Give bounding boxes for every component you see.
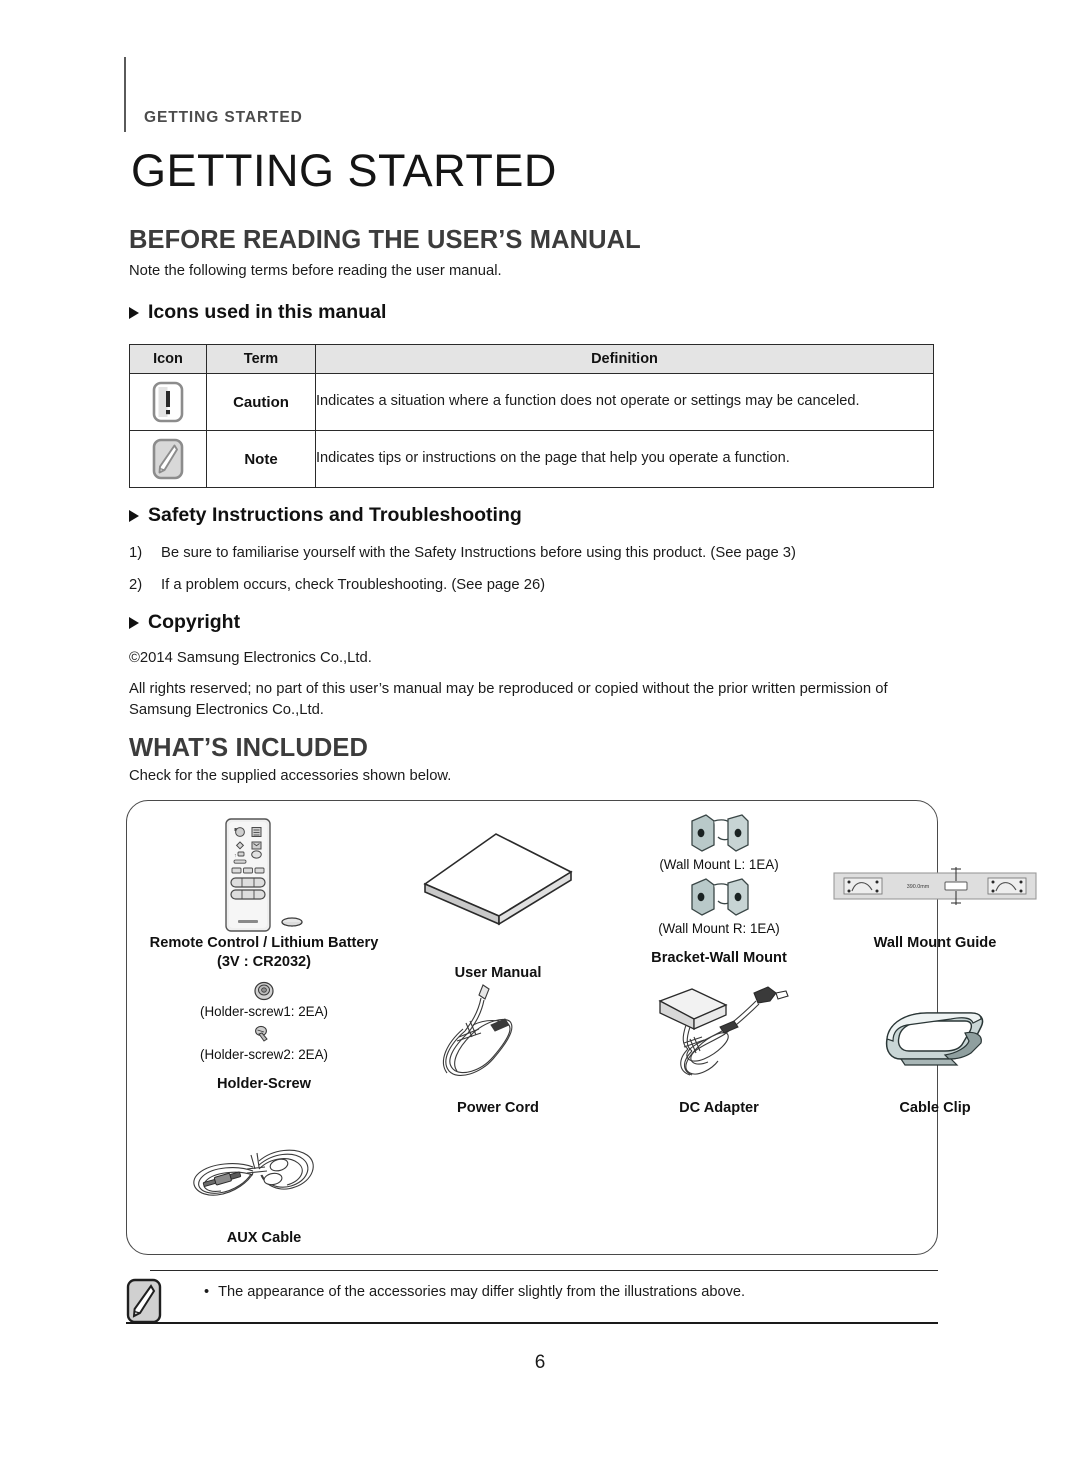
accessory-caption: Bracket-Wall Mount — [651, 949, 787, 966]
triangle-bullet-icon — [129, 306, 139, 319]
callout-top-rule — [150, 1270, 938, 1272]
note-icon — [152, 438, 184, 480]
list-item-number: 2) — [129, 576, 143, 593]
accessory-sublabel: (Wall Mount R: 1EA) — [658, 921, 780, 937]
holder-screw1-icon — [144, 979, 384, 1003]
subheading-copyright-label: Copyright — [148, 611, 241, 633]
triangle-bullet-icon — [129, 509, 139, 522]
subheading-icons-used-label: Icons used in this manual — [148, 301, 387, 323]
section-heading-before-reading: BEFORE READING THE USER’S MANUAL — [129, 226, 641, 254]
accessory-sublabel: (Holder-screw2: 2EA) — [200, 1047, 328, 1063]
accessory-caption: Cable Clip — [899, 1100, 971, 1116]
cell-definition-caution: Indicates a situation where a function d… — [315, 373, 934, 431]
accessory-power-cord: Power Cord — [393, 979, 603, 1118]
svg-text:↑: ↑ — [234, 853, 237, 859]
cell-icon-note — [129, 430, 207, 488]
accessory-caption: Power Cord — [457, 1100, 539, 1116]
cell-definition-note: Indicates tips or instructions on the pa… — [315, 430, 934, 488]
bullet-icon: • — [204, 1284, 210, 1300]
accessory-sublabel: (Wall Mount L: 1EA) — [659, 857, 779, 872]
whats-included-intro: Check for the supplied accessories shown… — [129, 768, 452, 784]
list-item-text: If a problem occurs, check Troubleshooti… — [161, 576, 546, 593]
callout-text-row: • The appearance of the accessories may d… — [204, 1284, 745, 1300]
table-header-row: Icon Term Definition — [129, 344, 934, 374]
page-number: 6 — [534, 1352, 546, 1373]
cell-icon-caution — [129, 373, 207, 431]
before-reading-intro: Note the following terms before reading … — [129, 263, 502, 279]
running-header-label: GETTING STARTED — [144, 109, 303, 126]
list-item-number: 1) — [129, 545, 143, 561]
list-item-text: Be sure to familiarise yourself with the… — [161, 545, 796, 561]
icons-table: Icon Term Definition Caution Indicates a… — [129, 344, 934, 488]
accessory-caption: DC Adapter — [679, 1100, 759, 1116]
cell-term-note: Note — [206, 430, 316, 488]
section-heading-whats-included: WHAT’S INCLUDED — [129, 734, 369, 762]
accessory-bracket-wall-mount: (Wall Mount L: 1EA) (Wall Mount R: 1EA) … — [611, 811, 827, 968]
power-cord-icon — [393, 979, 603, 1083]
running-header: GETTING STARTED — [124, 57, 824, 132]
subheading-icons-used: Icons used in this manual — [129, 301, 387, 323]
accessory-cable-clip: Cable Clip — [827, 979, 1043, 1118]
accessory-caption: Remote Control / Lithium Battery (3V : C… — [149, 935, 379, 970]
wall-mount-guide-icon: 390.0mm — [827, 863, 1043, 909]
accessory-dc-adapter: DC Adapter — [611, 979, 827, 1118]
accessory-user-manual: User Manual — [393, 816, 603, 983]
page-title: GETTING STARTED — [131, 145, 557, 196]
copyright-line-1: ©2014 Samsung Electronics Co.,Ltd. — [129, 650, 372, 666]
subheading-safety-label: Safety Instructions and Troubleshooting — [148, 504, 522, 526]
subheading-safety-troubleshooting: Safety Instructions and Troubleshooting — [129, 504, 522, 526]
th-definition: Definition — [315, 344, 934, 374]
accessory-wall-mount-guide: 390.0mm Wall Mount Guide — [827, 811, 1043, 953]
remote-control-icon: ↑ — [144, 816, 384, 934]
dc-adapter-icon — [611, 979, 827, 1083]
callout-text: The appearance of the accessories may di… — [218, 1284, 746, 1300]
cell-term-caution: Caution — [206, 373, 316, 431]
table-row: Caution Indicates a situation where a fu… — [129, 373, 934, 431]
accessory-caption: Holder-Screw — [216, 1075, 312, 1092]
wall-bracket-r-icon — [611, 875, 827, 920]
aux-cable-icon — [144, 1139, 384, 1215]
table-row: Note Indicates tips or instructions on t… — [129, 430, 934, 488]
header-accent-bar — [124, 57, 126, 132]
accessories-box: ↑ Remote Control / Lithium Battery (3V:… — [126, 800, 1037, 1255]
accessory-caption: AUX Cable — [226, 1230, 302, 1246]
holder-screw2-icon — [144, 1024, 384, 1046]
th-term: Term — [206, 344, 316, 374]
accessory-sublabel: (Holder-screw1: 2EA) — [200, 1004, 328, 1019]
guide-dimension-label: 390.0mm — [907, 884, 930, 890]
accessory-caption: Wall Mount Guide — [873, 935, 997, 951]
accessory-aux-cable: AUX Cable — [144, 1139, 384, 1248]
cable-clip-icon — [827, 1003, 1043, 1083]
callout-bottom-rule — [126, 1322, 938, 1325]
list-item: 2) If a problem occurs, check Troublesho… — [129, 575, 939, 596]
user-manual-icon — [393, 816, 603, 934]
wall-bracket-l-icon — [611, 811, 827, 856]
manual-page: GETTING STARTED GETTING STARTED BEFORE R… — [0, 0, 1080, 1479]
accessory-holder-screw: (Holder-screw1: 2EA) (Holder-screw2: 2EA… — [144, 979, 384, 1094]
list-item: 1) Be sure to familiarise yourself with … — [129, 543, 939, 564]
subheading-copyright: Copyright — [129, 611, 241, 633]
triangle-bullet-icon — [129, 616, 139, 629]
accessory-remote-control: ↑ Remote Control / Lithium Battery (3V:… — [144, 816, 384, 972]
th-icon: Icon — [129, 344, 207, 374]
note-icon — [126, 1278, 162, 1324]
copyright-line-2: All rights reserved; no part of this use… — [129, 681, 888, 719]
caution-icon — [152, 381, 184, 423]
safety-list: 1) Be sure to familiarise yourself with … — [129, 543, 939, 606]
